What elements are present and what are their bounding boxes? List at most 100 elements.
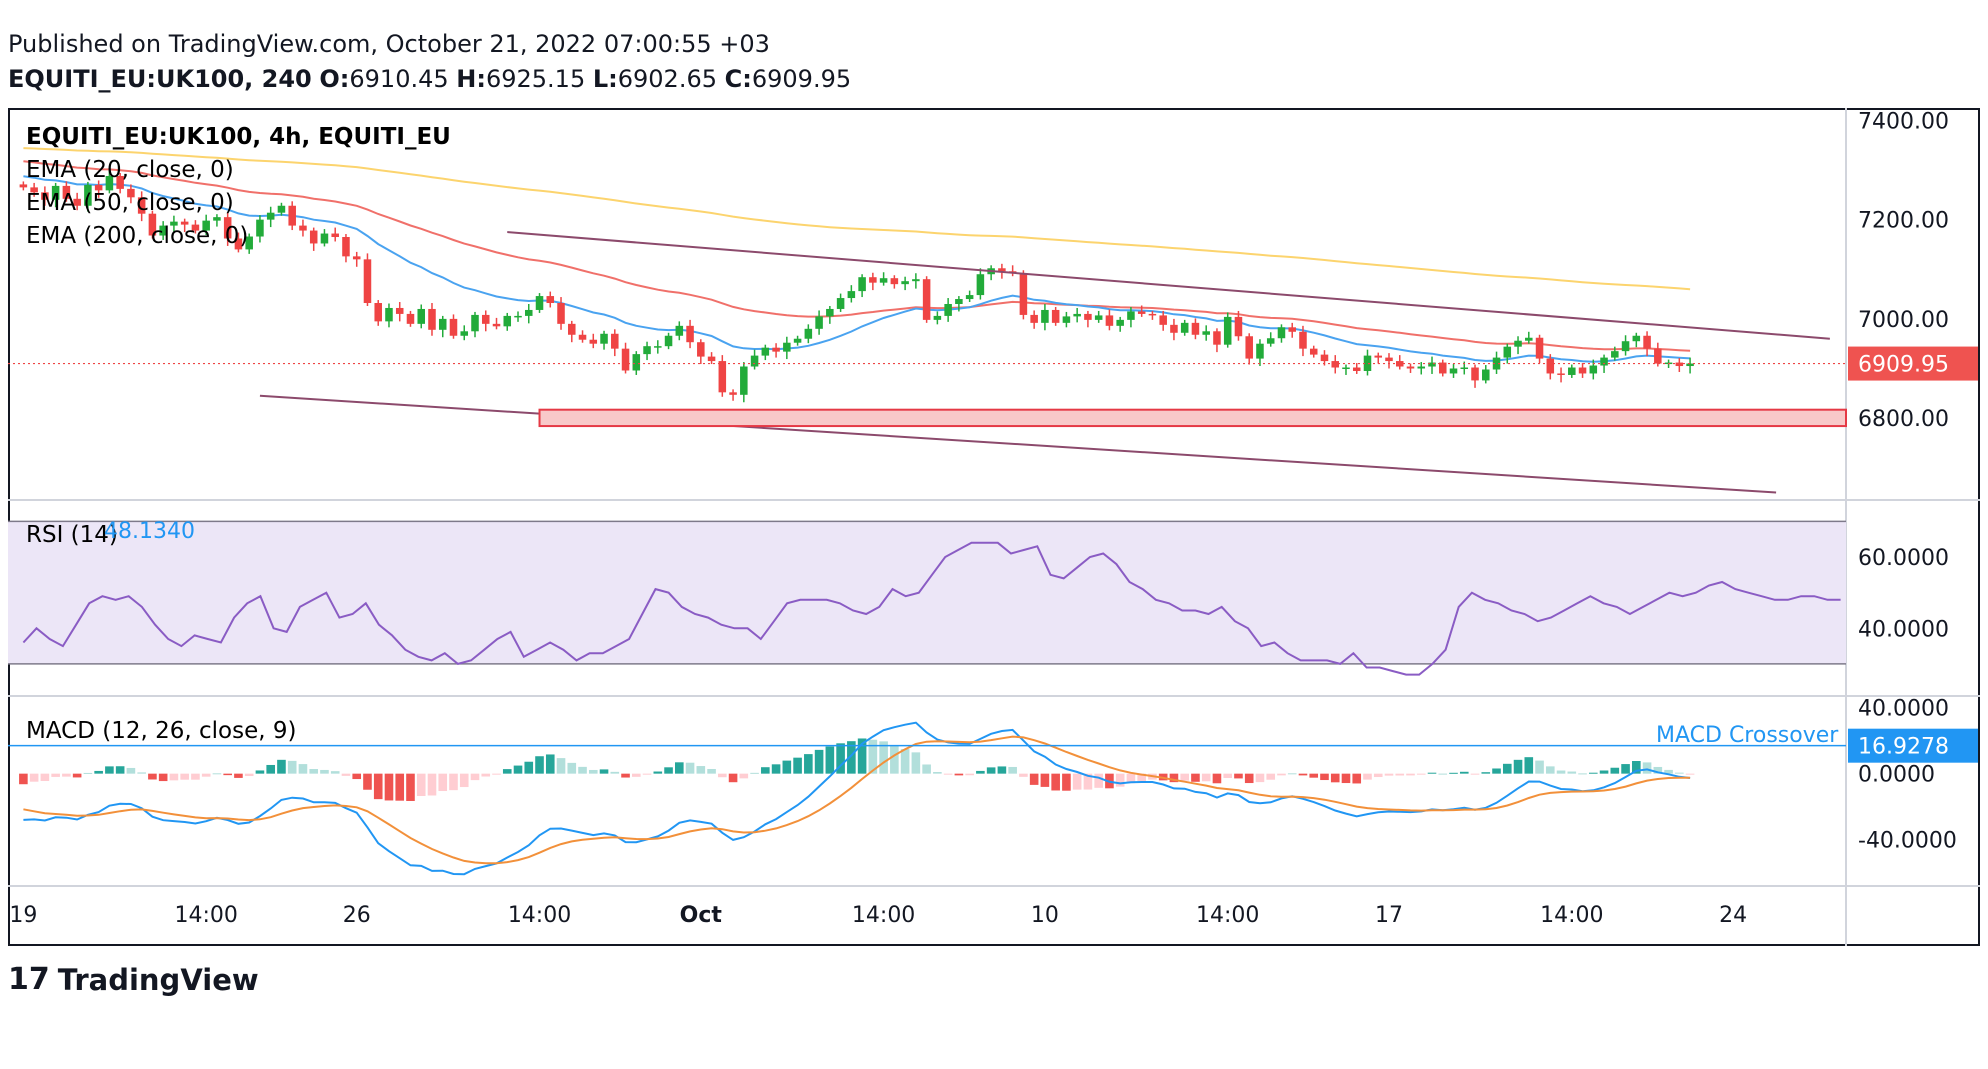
macd-histogram-bar [201, 773, 211, 777]
candle-body [557, 303, 565, 324]
candle-body [309, 230, 318, 244]
candle-body [879, 278, 888, 283]
macd-histogram-bar [1309, 773, 1319, 778]
price-tick-label: 6800.00 [1858, 407, 1949, 432]
macd-histogram-bar [1578, 773, 1587, 775]
candle-body [793, 338, 802, 343]
macd-histogram-bar [1072, 773, 1082, 790]
macd-histogram-bar [556, 758, 566, 774]
macd-histogram-bar [933, 772, 942, 774]
chart-panel[interactable]: 7400.00 7200.00 7000.00 6800.00 6909.95 60.00… [8, 108, 1980, 946]
candle-body [1191, 322, 1200, 335]
macd-histogram-bar [1019, 773, 1028, 777]
high-value: 6925.15 [485, 65, 586, 93]
macd-histogram-bar [1535, 760, 1544, 774]
tradingview-logo-text: TradingView [57, 962, 259, 997]
macd-histogram-bar [363, 773, 372, 790]
macd-histogram-bar [728, 773, 738, 783]
macd-histogram-bar [1051, 773, 1060, 791]
candle-body [1041, 309, 1049, 323]
candle-body [718, 361, 727, 393]
published-line: Published on TradingView.com, October 21… [8, 30, 770, 58]
candle-body [352, 256, 361, 260]
candle-body [976, 274, 985, 296]
candle-body [750, 355, 759, 367]
macd-histogram-bar [1191, 773, 1200, 782]
macd-histogram-bar [481, 773, 491, 777]
candle-body [901, 281, 909, 285]
candle-body [449, 318, 458, 336]
macd-histogram-bar [943, 773, 953, 775]
macd-histogram-bar [1330, 773, 1340, 783]
candle-body [1643, 335, 1651, 349]
macd-histogram-bar [459, 773, 469, 788]
macd-histogram-bar [212, 773, 222, 775]
candle-body [525, 309, 533, 316]
macd-histogram-bar [502, 769, 512, 774]
legend-ema50: EMA (50, close, 0) [26, 190, 234, 216]
candle-body [1105, 315, 1114, 326]
candle-body [406, 313, 415, 324]
candle-body [1223, 316, 1232, 345]
candle-body [1632, 335, 1641, 342]
candle-body [471, 314, 479, 332]
macd-histogram-bar [255, 770, 265, 774]
macd-histogram-bar [1610, 767, 1620, 774]
candle-body [858, 277, 866, 292]
candle-body [1578, 367, 1587, 374]
macd-histogram-bar [1524, 757, 1534, 774]
candle-body [815, 316, 823, 329]
candle-body [395, 307, 404, 314]
macd-histogram-bar [1008, 766, 1017, 774]
macd-histogram-bar [782, 760, 792, 774]
candle-body [955, 299, 963, 304]
candle-body [1148, 313, 1157, 316]
macd-histogram-bar [1320, 773, 1329, 781]
macd-value-label-text: 16.9278 [1858, 735, 1949, 760]
macd-histogram-bar [954, 773, 964, 776]
candle-body [664, 335, 673, 347]
candle-body [933, 315, 942, 320]
macd-histogram-bar [675, 762, 684, 774]
macd-histogram-bar [696, 766, 706, 774]
macd-histogram-bar [1287, 773, 1297, 775]
candle-body [503, 315, 512, 327]
macd-histogram-bar [1513, 759, 1523, 774]
candle-body [460, 331, 469, 336]
candle-body [568, 323, 576, 335]
candle-body [1084, 313, 1092, 320]
candle-body [266, 212, 275, 220]
macd-histogram-bar [277, 759, 286, 774]
candle-body [944, 304, 952, 316]
candle-body [213, 217, 221, 221]
candle-body [707, 356, 716, 362]
macd-histogram-bar [1244, 773, 1254, 784]
time-tick-label: 24 [1719, 903, 1747, 928]
candle-body [277, 205, 286, 213]
candle-body [1439, 362, 1447, 374]
macd-tick-label: -40.0000 [1858, 829, 1957, 854]
last-price-label: 6909.95 [1848, 346, 1978, 381]
macd-histogram-bar [298, 764, 308, 774]
macd-histogram-bar [223, 773, 232, 776]
candle-body [363, 259, 372, 304]
ohlc-line: EQUITI_EU:UK100, 240 O:6910.45 H:6925.15… [8, 65, 851, 93]
candle-body [611, 333, 619, 349]
candle-body [729, 392, 737, 395]
macd-histogram-bar [1545, 766, 1555, 774]
candle-body [1137, 311, 1146, 314]
time-tick-label: 19 [9, 903, 37, 928]
macd-histogram-bar [341, 773, 351, 776]
candle-body [1600, 357, 1608, 366]
candle-body [320, 233, 329, 244]
macd-histogram-bar [191, 773, 200, 780]
macd-histogram-bar [373, 773, 383, 800]
candle-body [1611, 351, 1619, 358]
tradingview-logo[interactable]: 17 TradingView [8, 962, 259, 997]
candle-body [1159, 315, 1167, 325]
support-zone [538, 408, 1847, 428]
legend-ema20: EMA (20, close, 0) [26, 157, 234, 183]
macd-histogram-bar [1406, 773, 1415, 776]
candle-body [1621, 341, 1630, 352]
macd-crossover-annotation: MACD Crossover [1656, 723, 1839, 748]
